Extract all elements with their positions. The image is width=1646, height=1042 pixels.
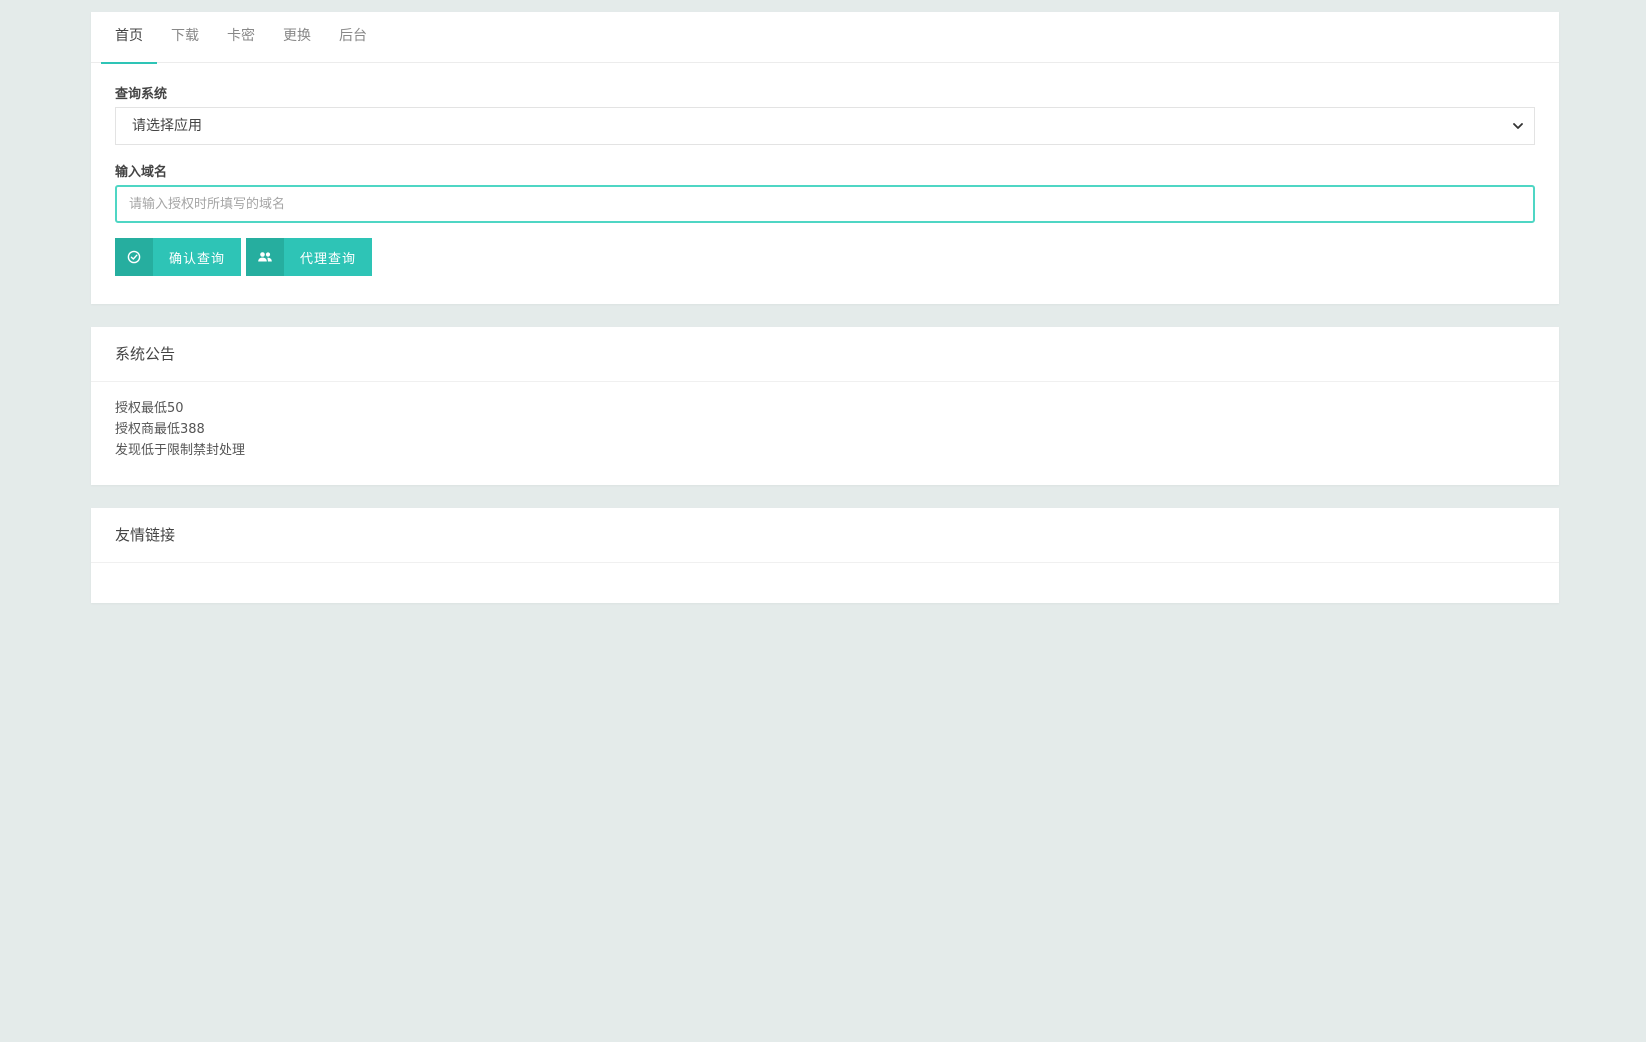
notice-line: 授权商最低388 (115, 422, 205, 437)
chevron-down-icon (1512, 108, 1524, 144)
button-row: 确认查询 代理查询 (115, 238, 1535, 276)
system-select[interactable]: 请选择应用 (115, 107, 1535, 145)
query-form: 查询系统 请选择应用 输入域名 确认查询 代理查询 (91, 63, 1559, 276)
notice-body: 授权最低50 授权商最低388 发现低于限制禁封处理 (91, 382, 1559, 461)
system-label: 查询系统 (115, 87, 168, 102)
links-title: 友情链接 (91, 508, 1559, 563)
users-icon (246, 238, 284, 276)
links-card: 友情链接 (91, 508, 1559, 603)
tab-download[interactable]: 下载 (157, 12, 213, 63)
notice-line: 授权最低50 (115, 401, 184, 416)
links-body (91, 563, 1559, 579)
agent-query-label: 代理查询 (299, 251, 356, 267)
notice-title: 系统公告 (91, 327, 1559, 382)
agent-query-button[interactable]: 代理查询 (246, 238, 372, 276)
notice-card: 系统公告 授权最低50 授权商最低388 发现低于限制禁封处理 (91, 327, 1559, 485)
tab-home[interactable]: 首页 (101, 12, 157, 64)
domain-input[interactable] (115, 185, 1535, 223)
domain-label: 输入域名 (115, 165, 168, 180)
confirm-query-label: 确认查询 (168, 251, 225, 267)
tab-card-key[interactable]: 卡密 (213, 12, 269, 63)
query-card: 首页 下载 卡密 更换 后台 查询系统 请选择应用 输入域名 确认查询 (91, 12, 1559, 304)
notice-line: 发现低于限制禁封处理 (115, 443, 246, 458)
check-circle-icon (115, 238, 153, 276)
tab-admin[interactable]: 后台 (325, 12, 381, 63)
confirm-query-button[interactable]: 确认查询 (115, 238, 241, 276)
nav-tabs: 首页 下载 卡密 更换 后台 (91, 12, 1559, 64)
system-select-value: 请选择应用 (132, 118, 202, 134)
tab-change[interactable]: 更换 (269, 12, 325, 63)
